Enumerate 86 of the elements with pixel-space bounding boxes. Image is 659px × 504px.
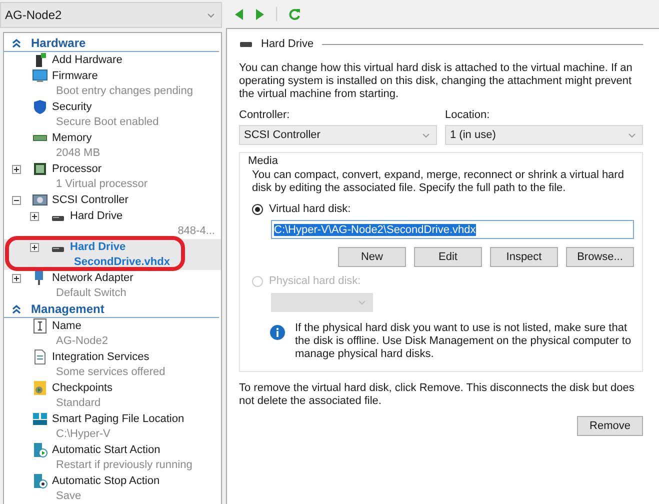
item-label: Hard Drive: [70, 240, 127, 255]
item-label: Automatic Start Action: [52, 443, 162, 458]
media-button[interactable]: New: [338, 247, 406, 267]
tree-item[interactable]: Security Secure Boot enabled: [4, 99, 221, 130]
section-header: Management: [31, 302, 104, 316]
remove-button[interactable]: Remove: [577, 416, 643, 436]
forward-icon[interactable]: [255, 8, 265, 20]
caret-icon: [628, 132, 636, 138]
info-icon: [270, 325, 285, 340]
item-detail: Restart if previously running: [55, 458, 194, 473]
item-detail: SecondDrive.vhdx: [73, 255, 171, 270]
item-label: Automatic Stop Action: [52, 474, 161, 489]
item-detail: Standard: [55, 396, 102, 411]
tree-item[interactable]: Integration Services Some services offered: [4, 349, 221, 380]
media-button[interactable]: Inspect: [490, 247, 558, 267]
item-detail: 1 Virtual processor: [55, 177, 149, 192]
caret-icon: [207, 12, 215, 18]
item-detail: Boot entry changes pending: [55, 84, 194, 99]
stop-icon: [32, 473, 48, 489]
tree-item[interactable]: Checkpoints Standard: [4, 380, 221, 411]
name-icon: [32, 318, 48, 334]
radio-label: Physical hard disk:: [269, 275, 361, 287]
item-label: Processor: [52, 162, 103, 177]
info-text: If the physical hard disk you want to use is not listed, make sure that the disk is offline. Use Disk Management on the physical computer to manage physical hard disks.: [295, 322, 632, 361]
item-detail: 2048 MB: [55, 146, 102, 161]
back-icon[interactable]: [234, 8, 244, 20]
tree-item[interactable]: Add Hardware: [4, 52, 221, 68]
field-label: Location:: [445, 109, 491, 121]
start-icon: [32, 442, 48, 458]
expander-icon[interactable]: [12, 196, 21, 204]
item-label: Name: [52, 319, 82, 334]
location-dropdown[interactable]: 1 (in use): [445, 125, 643, 145]
panel-title: Hard Drive: [261, 38, 314, 50]
vm-dropdown[interactable]: AG-Node2: [0, 2, 222, 28]
item-label: Integration Services: [52, 350, 150, 365]
item-detail: Save: [55, 489, 82, 504]
expander-icon[interactable]: [30, 242, 39, 252]
shield-icon: [32, 99, 48, 115]
item-label: Smart Paging File Location: [52, 412, 186, 427]
caret-icon: [422, 132, 430, 138]
item-detail: AG-Node2: [55, 334, 109, 349]
tree-item[interactable]: Automatic Stop Action Save: [4, 473, 221, 504]
tree-item[interactable]: Automatic Start Action Restart if previously running: [4, 442, 221, 473]
tree-item[interactable]: SCSI Controller: [4, 192, 221, 208]
tree-item[interactable]: Smart Paging File Location C:\Hyper-V: [4, 411, 221, 442]
item-label: Memory: [52, 131, 93, 146]
tree-item[interactable]: Firmware Boot entry changes pending: [4, 68, 221, 99]
tree-item[interactable]: Name AG-Node2: [4, 318, 221, 349]
media-button[interactable]: Edit: [414, 247, 482, 267]
item-label: SCSI Controller: [52, 193, 130, 208]
collapse-icon[interactable]: [12, 38, 21, 48]
remove-note: To remove the virtual hard disk, click Remove. This disconnects the disk but does not delete the associated file.: [239, 382, 636, 408]
radio-button[interactable]: [252, 204, 263, 214]
tree-item[interactable]: Network Adapter Default Switch: [4, 270, 221, 301]
radio-label: Virtual hard disk:: [269, 203, 351, 215]
tree-item[interactable]: Processor 1 Virtual processor: [4, 161, 221, 192]
controller-dropdown[interactable]: SCSI Controller: [239, 125, 437, 145]
checkpoint-icon: [32, 380, 48, 396]
item-label: Network Adapter: [52, 271, 134, 286]
tree-item[interactable]: Memory 2048 MB: [4, 130, 221, 161]
intro-text: You can change how this virtual hard disk is attached to the virtual machine. If an operating system is installed on this disk, changing the attachment might prevent the virtual machine from starting.: [239, 62, 634, 101]
item-label: Add Hardware: [52, 53, 124, 68]
section-header: Hardware: [31, 36, 86, 50]
expander-icon[interactable]: [12, 164, 21, 174]
refresh-icon[interactable]: [288, 8, 301, 20]
item-detail: C:\Hyper-V: [55, 427, 112, 442]
expander-icon[interactable]: [12, 274, 21, 282]
group-title: Media: [248, 155, 278, 167]
item-detail: Some services offered: [55, 365, 166, 380]
tree-item[interactable]: Hard Drive 848-4...: [4, 208, 221, 239]
item-label: Security: [52, 100, 93, 115]
item-detail: Secure Boot enabled: [55, 115, 160, 130]
firmware-icon: [32, 68, 48, 84]
media-button[interactable]: Browse...: [566, 247, 634, 267]
path-input-field[interactable]: C:\Hyper-V\AG-Node2\SecondDrive.vhdx: [271, 220, 634, 239]
item-label: Checkpoints: [52, 381, 114, 396]
caret-icon: [358, 300, 366, 305]
item-detail: Default Switch: [55, 286, 128, 301]
item-label: Firmware: [52, 69, 99, 84]
media-description: You can compact, convert, expand, merge, reconnect or shrink a virtual hard disk by editing the associated file. Specify the full path to the file.: [252, 169, 625, 195]
field-label: Controller:: [239, 109, 291, 121]
item-label: Hard Drive: [70, 209, 124, 224]
item-detail: 848-4...: [176, 224, 216, 239]
chip-icon: [32, 161, 48, 177]
collapse-icon[interactable]: [12, 304, 21, 314]
expander-icon[interactable]: [30, 212, 39, 220]
